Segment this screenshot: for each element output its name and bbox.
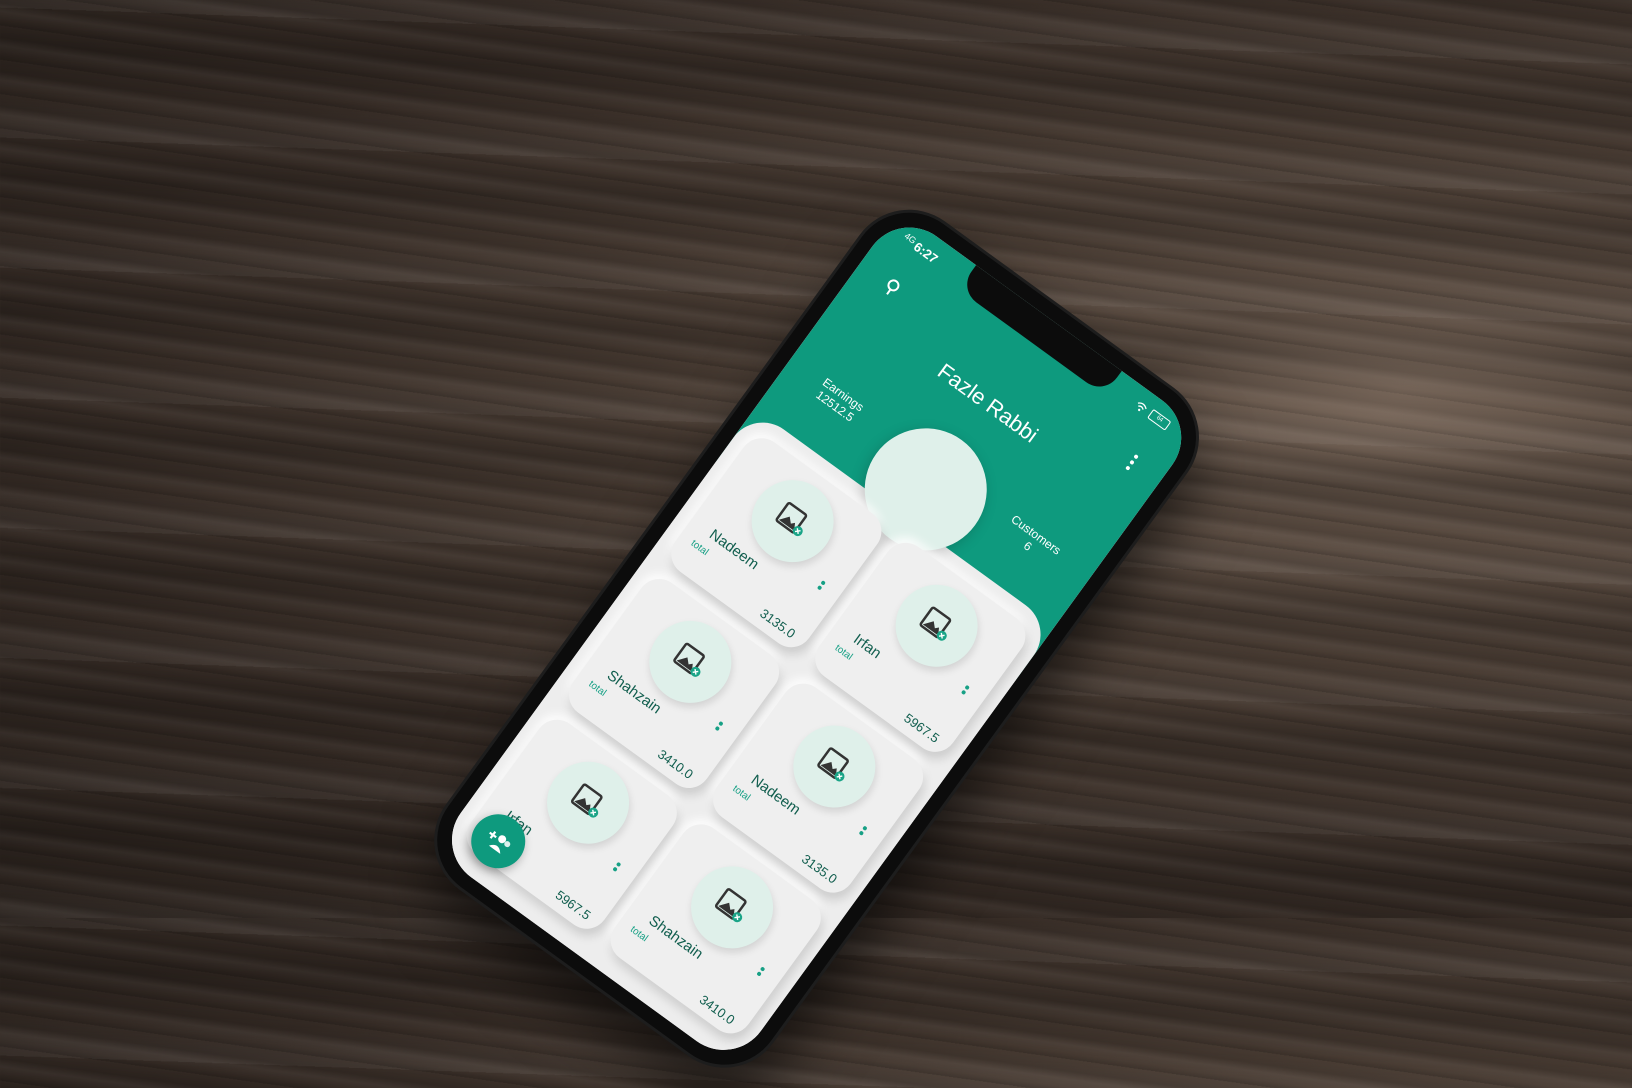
wifi-icon [1138, 401, 1147, 411]
customer-amount: 3410.0 [654, 746, 696, 782]
customer-amount: 3135.0 [798, 851, 840, 887]
status-time: 6:27 [910, 238, 941, 267]
image-icon [919, 606, 952, 641]
search-icon [886, 279, 900, 295]
image-icon [817, 747, 849, 782]
more-vert-icon[interactable] [711, 719, 725, 735]
image-icon [570, 783, 603, 818]
more-vert-icon [1125, 454, 1139, 471]
more-vert-icon[interactable] [855, 824, 869, 840]
search-button[interactable] [875, 271, 909, 305]
more-vert-icon[interactable] [957, 683, 971, 699]
more-vert-icon[interactable] [609, 860, 623, 876]
more-vert-icon[interactable] [753, 965, 767, 981]
status-icons: 64 [1133, 399, 1172, 431]
image-icon [673, 642, 705, 677]
customers-stat: Customers 6 [1000, 512, 1063, 569]
image-icon [775, 501, 808, 537]
more-options-button[interactable] [1115, 446, 1149, 480]
customer-name: Irfan [850, 630, 885, 663]
customer-avatar [530, 745, 646, 860]
more-vert-icon[interactable] [813, 579, 827, 595]
image-icon [714, 888, 747, 923]
earnings-stat: Earnings 12512.5 [812, 375, 866, 425]
app-screen: 4G 6:27 64 Fazle Rabbi Earnings 12512.5 … [433, 209, 1200, 1069]
wood-highlight [1150, 300, 1632, 480]
customer-amount: 3135.0 [757, 605, 799, 642]
customer-amount: 5967.5 [901, 710, 943, 746]
battery-icon: 64 [1147, 408, 1172, 431]
phone-frame: 4G 6:27 64 Fazle Rabbi Earnings 12512.5 … [414, 189, 1219, 1088]
person-add-icon [488, 831, 511, 854]
